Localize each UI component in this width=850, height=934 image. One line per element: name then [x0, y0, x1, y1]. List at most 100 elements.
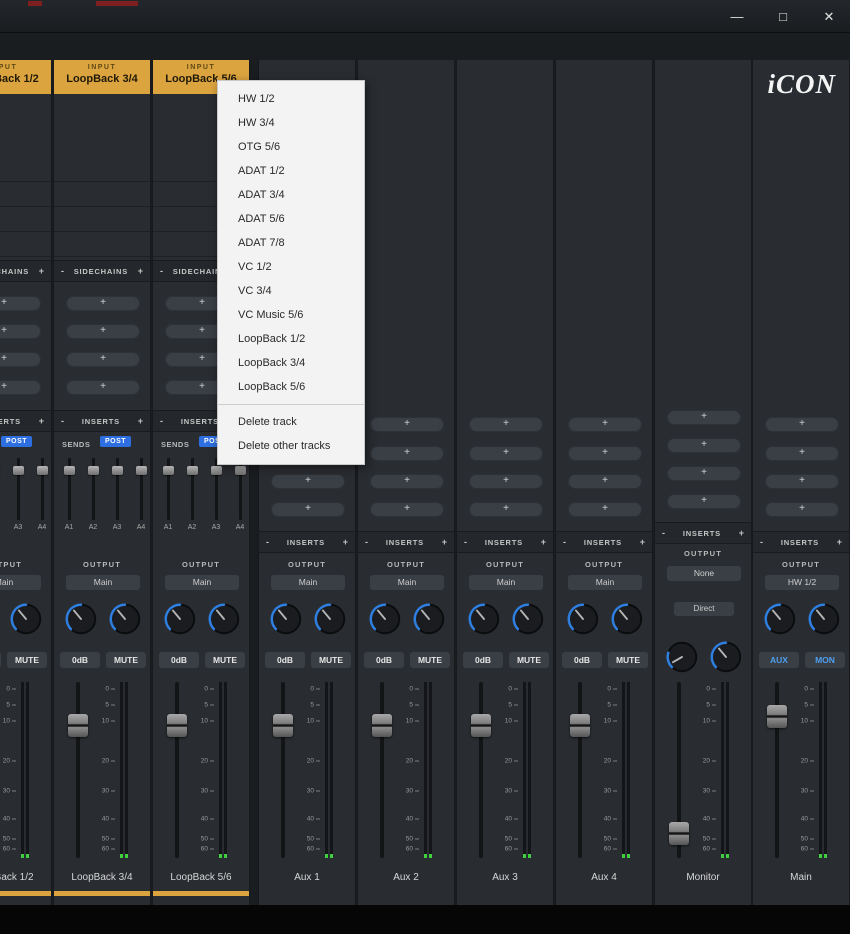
monitor-level-knob[interactable]: [663, 638, 701, 676]
send-slot-button[interactable]: +: [568, 474, 642, 489]
output-select[interactable]: Main: [66, 575, 140, 590]
send-slot-button[interactable]: +: [667, 410, 741, 425]
context-menu-action[interactable]: Delete other tracks: [218, 434, 364, 458]
gain-0db-button[interactable]: 0dB: [364, 652, 404, 668]
send-slot-button[interactable]: +: [0, 324, 41, 339]
mini-send-fader-cap[interactable]: [186, 466, 198, 475]
mute-button[interactable]: MUTE: [205, 652, 245, 668]
fader-cap[interactable]: [669, 822, 689, 845]
direct-button[interactable]: Direct: [674, 602, 734, 616]
fader-track[interactable]: [281, 682, 285, 858]
fader-track[interactable]: [479, 682, 483, 858]
send-slot-button[interactable]: +: [469, 417, 543, 432]
context-menu-item[interactable]: ADAT 1/2: [218, 159, 364, 183]
send-slot-button[interactable]: +: [370, 474, 444, 489]
inserts-add-button[interactable]: +: [343, 537, 348, 547]
context-menu-item[interactable]: ADAT 5/6: [218, 207, 364, 231]
mini-send-fader-cap[interactable]: [234, 466, 246, 475]
send-slot-button[interactable]: +: [66, 296, 140, 311]
fader-track[interactable]: [380, 682, 384, 858]
send-slot-button[interactable]: +: [0, 352, 41, 367]
title-bar[interactable]: — □ ✕: [0, 0, 850, 33]
mute-button[interactable]: MUTE: [311, 652, 351, 668]
send-slot-button[interactable]: +: [765, 502, 839, 517]
pan-knob[interactable]: [7, 600, 45, 638]
mute-button[interactable]: MUTE: [106, 652, 146, 668]
context-menu-item[interactable]: VC Music 5/6: [218, 303, 364, 327]
fader-track[interactable]: [578, 682, 582, 858]
context-menu-item[interactable]: VC 1/2: [218, 255, 364, 279]
mini-send-fader-cap[interactable]: [135, 466, 147, 475]
mute-button[interactable]: MUTE: [509, 652, 549, 668]
fader-cap[interactable]: [273, 714, 293, 737]
output-select[interactable]: Main: [0, 575, 41, 590]
output-select[interactable]: Main: [271, 575, 345, 590]
pan-knob[interactable]: [205, 600, 243, 638]
gain-knob[interactable]: [465, 600, 503, 638]
inserts-remove-button[interactable]: -: [563, 537, 566, 547]
maximize-button[interactable]: □: [768, 6, 798, 27]
inserts-remove-button[interactable]: -: [365, 537, 368, 547]
post-toggle[interactable]: POST: [1, 436, 33, 447]
send-slot-button[interactable]: +: [469, 474, 543, 489]
fader-cap[interactable]: [68, 714, 88, 737]
mini-send-fader-cap[interactable]: [111, 466, 123, 475]
send-slot-button[interactable]: +: [370, 446, 444, 461]
gain-0db-button[interactable]: 0dB: [0, 652, 1, 668]
mute-button[interactable]: MUTE: [608, 652, 648, 668]
fader-track[interactable]: [76, 682, 80, 858]
context-menu-item[interactable]: LoopBack 5/6: [218, 375, 364, 399]
inserts-remove-button[interactable]: -: [662, 528, 665, 538]
inserts-add-button[interactable]: +: [640, 537, 645, 547]
context-menu-item[interactable]: VC 3/4: [218, 279, 364, 303]
send-slot-button[interactable]: +: [0, 380, 41, 395]
send-slot-button[interactable]: +: [765, 474, 839, 489]
context-menu-item[interactable]: LoopBack 3/4: [218, 351, 364, 375]
inserts-add-button[interactable]: +: [541, 537, 546, 547]
mini-send-fader-cap[interactable]: [36, 466, 48, 475]
mini-send-fader-cap[interactable]: [162, 466, 174, 475]
gain-0db-button[interactable]: 0dB: [60, 652, 100, 668]
context-menu-item[interactable]: LoopBack 1/2: [218, 327, 364, 351]
inserts-add-button[interactable]: +: [138, 416, 143, 426]
mini-send-fader-cap[interactable]: [63, 466, 75, 475]
send-slot-button[interactable]: +: [0, 296, 41, 311]
mute-button[interactable]: MUTE: [410, 652, 450, 668]
mini-send-fader-cap[interactable]: [12, 466, 24, 475]
send-slot-button[interactable]: +: [667, 494, 741, 509]
send-slot-button[interactable]: +: [66, 324, 140, 339]
inserts-remove-button[interactable]: -: [160, 416, 163, 426]
pan-knob[interactable]: [410, 600, 448, 638]
output-select[interactable]: Main: [370, 575, 444, 590]
gain-0db-button[interactable]: 0dB: [562, 652, 602, 668]
inserts-add-button[interactable]: +: [442, 537, 447, 547]
gain-0db-button[interactable]: 0dB: [265, 652, 305, 668]
gain-knob[interactable]: [0, 600, 1, 638]
fader-cap[interactable]: [471, 714, 491, 737]
inserts-remove-button[interactable]: -: [760, 537, 763, 547]
gain-knob[interactable]: [564, 600, 602, 638]
send-slot-button[interactable]: +: [568, 417, 642, 432]
inserts-remove-button[interactable]: -: [266, 537, 269, 547]
send-slot-button[interactable]: +: [568, 446, 642, 461]
context-menu-action[interactable]: Delete track: [218, 410, 364, 434]
context-menu-item[interactable]: OTG 5/6: [218, 135, 364, 159]
output-select[interactable]: Main: [568, 575, 642, 590]
mon-button[interactable]: MON: [805, 652, 845, 668]
send-slot-button[interactable]: +: [765, 446, 839, 461]
inserts-add-button[interactable]: +: [39, 416, 44, 426]
inserts-add-button[interactable]: +: [837, 537, 842, 547]
send-slot-button[interactable]: +: [370, 502, 444, 517]
output-select[interactable]: Main: [165, 575, 239, 590]
send-slot-button[interactable]: +: [765, 417, 839, 432]
sidechains-add-button[interactable]: +: [39, 266, 44, 276]
gain-0db-button[interactable]: 0dB: [463, 652, 503, 668]
fader-cap[interactable]: [167, 714, 187, 737]
inserts-add-button[interactable]: +: [739, 528, 744, 538]
fader-cap[interactable]: [767, 705, 787, 728]
minimize-button[interactable]: —: [722, 6, 752, 27]
monitor-mix-knob[interactable]: [707, 638, 745, 676]
context-menu-item[interactable]: ADAT 3/4: [218, 183, 364, 207]
send-slot-button[interactable]: +: [66, 352, 140, 367]
send-slot-button[interactable]: +: [568, 502, 642, 517]
